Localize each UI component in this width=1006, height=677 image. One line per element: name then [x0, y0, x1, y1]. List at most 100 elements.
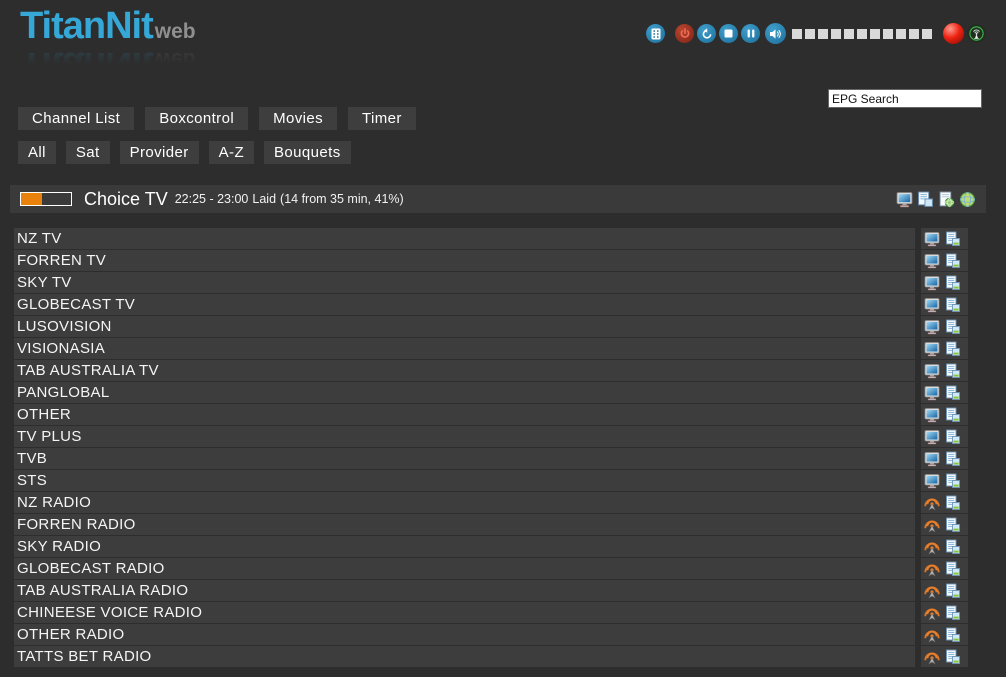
volume-step[interactable]: [909, 29, 919, 39]
volume-step[interactable]: [844, 29, 854, 39]
volume-step[interactable]: [922, 29, 932, 39]
tv-icon[interactable]: [924, 385, 940, 401]
channel-row[interactable]: GLOBECAST TV: [14, 294, 992, 315]
channel-name[interactable]: FORREN TV: [14, 250, 915, 271]
channel-name[interactable]: CHINEESE VOICE RADIO: [14, 602, 915, 623]
pause-icon[interactable]: [741, 24, 760, 43]
radio-icon[interactable]: [924, 517, 940, 533]
epg-list-icon[interactable]: [945, 275, 961, 291]
radio-icon[interactable]: [924, 561, 940, 577]
tab-channel-list[interactable]: Channel List: [18, 107, 134, 130]
epg-list-icon[interactable]: [945, 429, 961, 445]
channel-row[interactable]: FORREN TV: [14, 250, 992, 271]
monitor-icon[interactable]: [896, 191, 913, 208]
channel-row[interactable]: SKY TV: [14, 272, 992, 293]
radio-icon[interactable]: [924, 649, 940, 665]
epg-list-icon[interactable]: [945, 319, 961, 335]
epg-list-icon[interactable]: [945, 539, 961, 555]
tab-boxcontrol[interactable]: Boxcontrol: [145, 107, 248, 130]
channel-row[interactable]: TATTS BET RADIO: [14, 646, 992, 667]
tv-icon[interactable]: [924, 451, 940, 467]
channel-name[interactable]: OTHER RADIO: [14, 624, 915, 645]
epg-list-icon[interactable]: [945, 451, 961, 467]
tv-icon[interactable]: [924, 473, 940, 489]
channel-name[interactable]: GLOBECAST TV: [14, 294, 915, 315]
channel-name[interactable]: STS: [14, 470, 915, 491]
power-icon[interactable]: [675, 24, 694, 43]
channel-row[interactable]: NZ RADIO: [14, 492, 992, 513]
radio-icon[interactable]: [924, 583, 940, 599]
epg-list-icon[interactable]: [945, 473, 961, 489]
epg-list-icon[interactable]: [945, 561, 961, 577]
globe-icon[interactable]: [959, 191, 976, 208]
volume-step[interactable]: [896, 29, 906, 39]
radio-icon[interactable]: [924, 605, 940, 621]
channel-row[interactable]: PANGLOBAL: [14, 382, 992, 403]
radio-icon[interactable]: [924, 495, 940, 511]
epg-list-icon[interactable]: [945, 517, 961, 533]
channel-row[interactable]: FORREN RADIO: [14, 514, 992, 535]
channel-row[interactable]: OTHER RADIO: [14, 624, 992, 645]
channel-name[interactable]: PANGLOBAL: [14, 382, 915, 403]
channel-row[interactable]: CHINEESE VOICE RADIO: [14, 602, 992, 623]
volume-step[interactable]: [870, 29, 880, 39]
channel-name[interactable]: TVB: [14, 448, 915, 469]
filter-a-z[interactable]: A-Z: [209, 141, 254, 164]
channel-name[interactable]: NZ RADIO: [14, 492, 915, 513]
tv-icon[interactable]: [924, 363, 940, 379]
tab-timer[interactable]: Timer: [348, 107, 416, 130]
epg-list-icon[interactable]: [945, 253, 961, 269]
channel-name[interactable]: TAB AUSTRALIA TV: [14, 360, 915, 381]
tv-icon[interactable]: [924, 429, 940, 445]
epg-list-icon[interactable]: [945, 495, 961, 511]
channel-row[interactable]: TAB AUSTRALIA RADIO: [14, 580, 992, 601]
tab-movies[interactable]: Movies: [259, 107, 337, 130]
tv-icon[interactable]: [924, 341, 940, 357]
tv-icon[interactable]: [924, 275, 940, 291]
volume-step[interactable]: [857, 29, 867, 39]
channel-row[interactable]: TAB AUSTRALIA TV: [14, 360, 992, 381]
remote-keypad-icon[interactable]: [646, 24, 665, 43]
epg-list-icon[interactable]: [945, 649, 961, 665]
epg-search-input[interactable]: [828, 89, 982, 108]
channel-name[interactable]: FORREN RADIO: [14, 514, 915, 535]
channel-name[interactable]: OTHER: [14, 404, 915, 425]
channel-name[interactable]: GLOBECAST RADIO: [14, 558, 915, 579]
channel-name[interactable]: SKY RADIO: [14, 536, 915, 557]
tv-icon[interactable]: [924, 231, 940, 247]
epg-list-icon[interactable]: [945, 341, 961, 357]
stop-icon[interactable]: [719, 24, 738, 43]
epg-list-icon[interactable]: [945, 231, 961, 247]
filter-all[interactable]: All: [18, 141, 56, 164]
record-button[interactable]: [943, 23, 964, 44]
epg-list-icon[interactable]: [945, 627, 961, 643]
page-globe-icon[interactable]: [938, 191, 955, 208]
channel-row[interactable]: LUSOVISION: [14, 316, 992, 337]
channel-row[interactable]: STS: [14, 470, 992, 491]
tv-icon[interactable]: [924, 319, 940, 335]
tv-icon[interactable]: [924, 407, 940, 423]
volume-step[interactable]: [805, 29, 815, 39]
epg-list-icon[interactable]: [945, 297, 961, 313]
radio-icon[interactable]: [924, 539, 940, 555]
volume-step[interactable]: [831, 29, 841, 39]
channel-row[interactable]: NZ TV: [14, 228, 992, 249]
channel-copy-icon[interactable]: [917, 191, 934, 208]
channel-row[interactable]: VISIONASIA: [14, 338, 992, 359]
filter-bouquets[interactable]: Bouquets: [264, 141, 351, 164]
channel-name[interactable]: TV PLUS: [14, 426, 915, 447]
volume-step[interactable]: [818, 29, 828, 39]
channel-name[interactable]: TATTS BET RADIO: [14, 646, 915, 667]
epg-list-icon[interactable]: [945, 605, 961, 621]
channel-name[interactable]: LUSOVISION: [14, 316, 915, 337]
channel-name[interactable]: NZ TV: [14, 228, 915, 249]
channel-name[interactable]: TAB AUSTRALIA RADIO: [14, 580, 915, 601]
volume-step[interactable]: [792, 29, 802, 39]
channel-row[interactable]: GLOBECAST RADIO: [14, 558, 992, 579]
channel-row[interactable]: OTHER: [14, 404, 992, 425]
filter-sat[interactable]: Sat: [66, 141, 110, 164]
channel-row[interactable]: TVB: [14, 448, 992, 469]
epg-list-icon[interactable]: [945, 407, 961, 423]
epg-list-icon[interactable]: [945, 583, 961, 599]
reboot-icon[interactable]: [697, 24, 716, 43]
